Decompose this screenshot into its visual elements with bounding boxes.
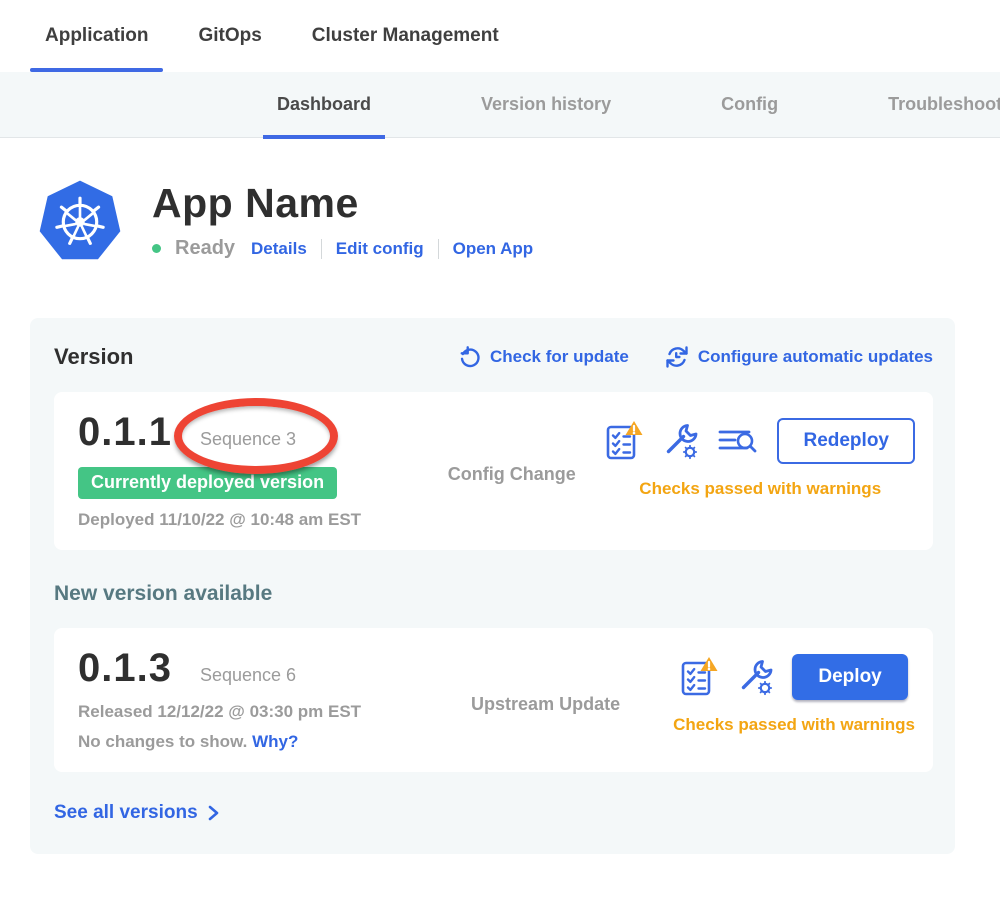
tab-cluster-management[interactable]: Cluster Management [312, 0, 499, 72]
check-for-update-label: Check for update [490, 347, 629, 367]
divider [321, 239, 322, 259]
app-status: Ready [175, 237, 235, 260]
tab-gitops[interactable]: GitOps [198, 0, 261, 72]
available-version-card: 0.1.3 Sequence 6 Released 12/12/22 @ 03:… [54, 628, 933, 772]
chevron-right-icon [206, 804, 220, 822]
available-sequence-label: Sequence 6 [200, 665, 296, 686]
tab-application[interactable]: Application [45, 0, 148, 72]
available-checks-status: Checks passed with warnings [673, 715, 915, 735]
available-version-source: Upstream Update [418, 694, 673, 715]
no-changes-line: No changes to show. Why? [78, 732, 418, 752]
auto-update-clock-icon [665, 345, 689, 369]
edit-config-wrench-icon[interactable] [736, 658, 774, 696]
tab-dashboard[interactable]: Dashboard [277, 72, 371, 138]
app-sub-nav: Dashboard Version history Config Trouble… [0, 72, 1000, 138]
tab-version-history[interactable]: Version history [481, 72, 611, 138]
open-app-link[interactable]: Open App [453, 239, 534, 259]
preflight-checks-icon[interactable] [605, 420, 643, 462]
configure-automatic-updates-label: Configure automatic updates [698, 347, 933, 367]
current-checks-status: Checks passed with warnings [639, 479, 881, 499]
tab-config[interactable]: Config [721, 72, 778, 138]
new-version-available-heading: New version available [54, 582, 933, 606]
currently-deployed-badge: Currently deployed version [78, 467, 337, 499]
why-link[interactable]: Why? [252, 732, 298, 751]
deployed-timestamp: Deployed 11/10/22 @ 10:48 am EST [78, 510, 418, 530]
current-version-card: 0.1.1 Sequence 3 Currently deployed vers… [54, 392, 933, 550]
current-version-number: 0.1.1 [78, 410, 172, 455]
see-all-versions-label: See all versions [54, 802, 198, 824]
app-header: App Name Ready Details Edit config Open … [36, 178, 1000, 266]
preflight-checks-icon[interactable] [680, 656, 718, 698]
released-timestamp: Released 12/12/22 @ 03:30 pm EST [78, 702, 418, 722]
app-name-title: App Name [152, 180, 533, 227]
current-sequence-label: Sequence 3 [200, 429, 296, 450]
view-diff-icon[interactable] [717, 425, 759, 457]
edit-config-wrench-icon[interactable] [661, 422, 699, 460]
deploy-button[interactable]: Deploy [792, 654, 907, 700]
see-all-versions-link[interactable]: See all versions [54, 802, 220, 824]
check-for-update-link[interactable]: Check for update [459, 346, 629, 368]
edit-config-link[interactable]: Edit config [336, 239, 424, 259]
no-changes-text: No changes to show. [78, 732, 247, 751]
version-panel-title: Version [54, 344, 459, 370]
current-version-source: Config Change [418, 464, 605, 485]
status-ready-dot [152, 244, 161, 253]
details-link[interactable]: Details [251, 239, 307, 259]
main-nav: Application GitOps Cluster Management [0, 0, 1000, 72]
divider [438, 239, 439, 259]
version-panel: Version Check for update Configure autom… [30, 318, 955, 854]
refresh-icon [459, 346, 481, 368]
configure-automatic-updates-link[interactable]: Configure automatic updates [665, 345, 933, 369]
kubernetes-logo-icon [36, 178, 124, 266]
tab-troubleshoot[interactable]: Troubleshoot [888, 72, 1000, 138]
redeploy-button[interactable]: Redeploy [777, 418, 915, 464]
available-version-number: 0.1.3 [78, 646, 172, 691]
